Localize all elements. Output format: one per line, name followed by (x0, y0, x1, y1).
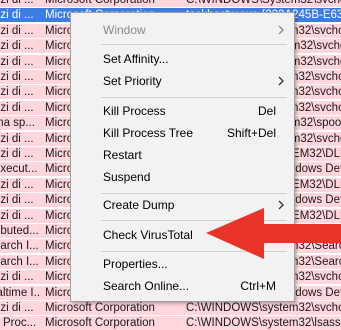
menu-item-check-virustotal[interactable]: Check VirusTotal (71, 224, 294, 246)
table-cell: rizi di ... (0, 71, 34, 83)
table-cell: C:\WINDOWS\system32\lsass.exe (186, 317, 341, 329)
table-cell: ma sp... (0, 117, 35, 129)
table-cell: Microsoft Corporation (45, 302, 155, 314)
chevron-right-icon (278, 25, 284, 35)
table-cell: rizi di ... (0, 56, 34, 68)
menu-item-kill-process-tree[interactable]: Kill Process Tree Shift+Del (71, 122, 294, 144)
table-cell: rizi di ... (0, 25, 34, 37)
table-cell: y Proc... (0, 317, 37, 329)
menu-item-kill-process[interactable]: Kill Process Del (71, 100, 294, 122)
menu-item-properties[interactable]: Properties... (71, 253, 294, 275)
menu-separator (101, 97, 287, 98)
menu-item-kill-process-label: Kill Process (103, 104, 166, 118)
table-cell: earch I... (0, 256, 39, 268)
table-cell: rizi di ... (0, 133, 34, 145)
menu-item-suspend-label: Suspend (103, 170, 151, 184)
menu-item-kill-process-tree-shortcut: Shift+Del (226, 126, 276, 140)
menu-item-kill-process-shortcut: Del (257, 104, 276, 118)
table-cell: Microsoft Corporation (45, 0, 155, 6)
table-cell: rizi di ... (0, 210, 34, 222)
menu-item-window: Window (71, 19, 294, 41)
table-cell: Microsoft Corporation (45, 317, 155, 329)
table-cell: rizi di ... (0, 271, 34, 283)
menu-item-restart-label: Restart (103, 148, 142, 162)
menu-item-set-affinity[interactable]: Set Affinity... (71, 48, 294, 70)
menu-separator (101, 44, 287, 45)
table-cell: execut... (0, 163, 38, 175)
table-cell: C:\WINDOWS\System32\svchos (186, 0, 341, 6)
table-cell: rizi di ... (0, 9, 34, 21)
menu-item-restart[interactable]: Restart (71, 144, 294, 166)
table-cell: rizi di ... (0, 179, 34, 191)
table-cell: ributed... (0, 225, 39, 237)
menu-item-search-online[interactable]: Search Online... Ctrl+M (71, 275, 294, 297)
table-row[interactable]: y Proc... Microsoft Corporation C:\WINDOWS… (0, 316, 341, 330)
menu-item-set-priority-label: Set Priority (103, 74, 162, 88)
menu-item-create-dump[interactable]: Create Dump (71, 194, 294, 216)
menu-separator (101, 251, 287, 252)
menu-item-set-affinity-label: Set Affinity... (103, 52, 169, 66)
menu-item-search-online-shortcut: Ctrl+M (240, 279, 276, 293)
menu-item-properties-label: Properties... (103, 257, 168, 271)
menu-item-kill-process-tree-label: Kill Process Tree (103, 126, 194, 140)
menu-item-set-priority[interactable]: Set Priority (71, 70, 294, 92)
menu-item-window-label: Window (103, 23, 146, 37)
menu-separator (101, 220, 287, 221)
context-menu: Window Set Affinity... Set Priority Kill… (70, 12, 295, 302)
table-cell: earch I... (0, 240, 39, 252)
table-cell: rizi di ... (0, 102, 34, 114)
menu-item-check-virustotal-label: Check VirusTotal (103, 228, 193, 242)
table-cell: rizi di ... (0, 40, 34, 52)
table-cell: C:\WINDOWS\system32\svchos (186, 302, 341, 314)
table-cell: rizi di ... (0, 0, 34, 6)
table-cell: rizi di ... (0, 148, 34, 160)
table-row[interactable]: rizi di ... Microsoft Corporation C:\WINDO… (0, 301, 341, 315)
table-cell: rizi di ... (0, 194, 34, 206)
menu-item-search-online-label: Search Online... (103, 279, 190, 293)
menu-item-suspend[interactable]: Suspend (71, 166, 294, 188)
chevron-right-icon (278, 200, 284, 210)
table-cell: rizi di ... (0, 86, 34, 98)
table-cell: ialtime I... (0, 287, 40, 299)
table-cell: rizi di ... (0, 302, 34, 314)
menu-item-create-dump-label: Create Dump (103, 198, 175, 212)
table-row[interactable]: rizi di ... Microsoft Corporation C:\WINDO… (0, 0, 341, 7)
chevron-right-icon (278, 76, 284, 86)
